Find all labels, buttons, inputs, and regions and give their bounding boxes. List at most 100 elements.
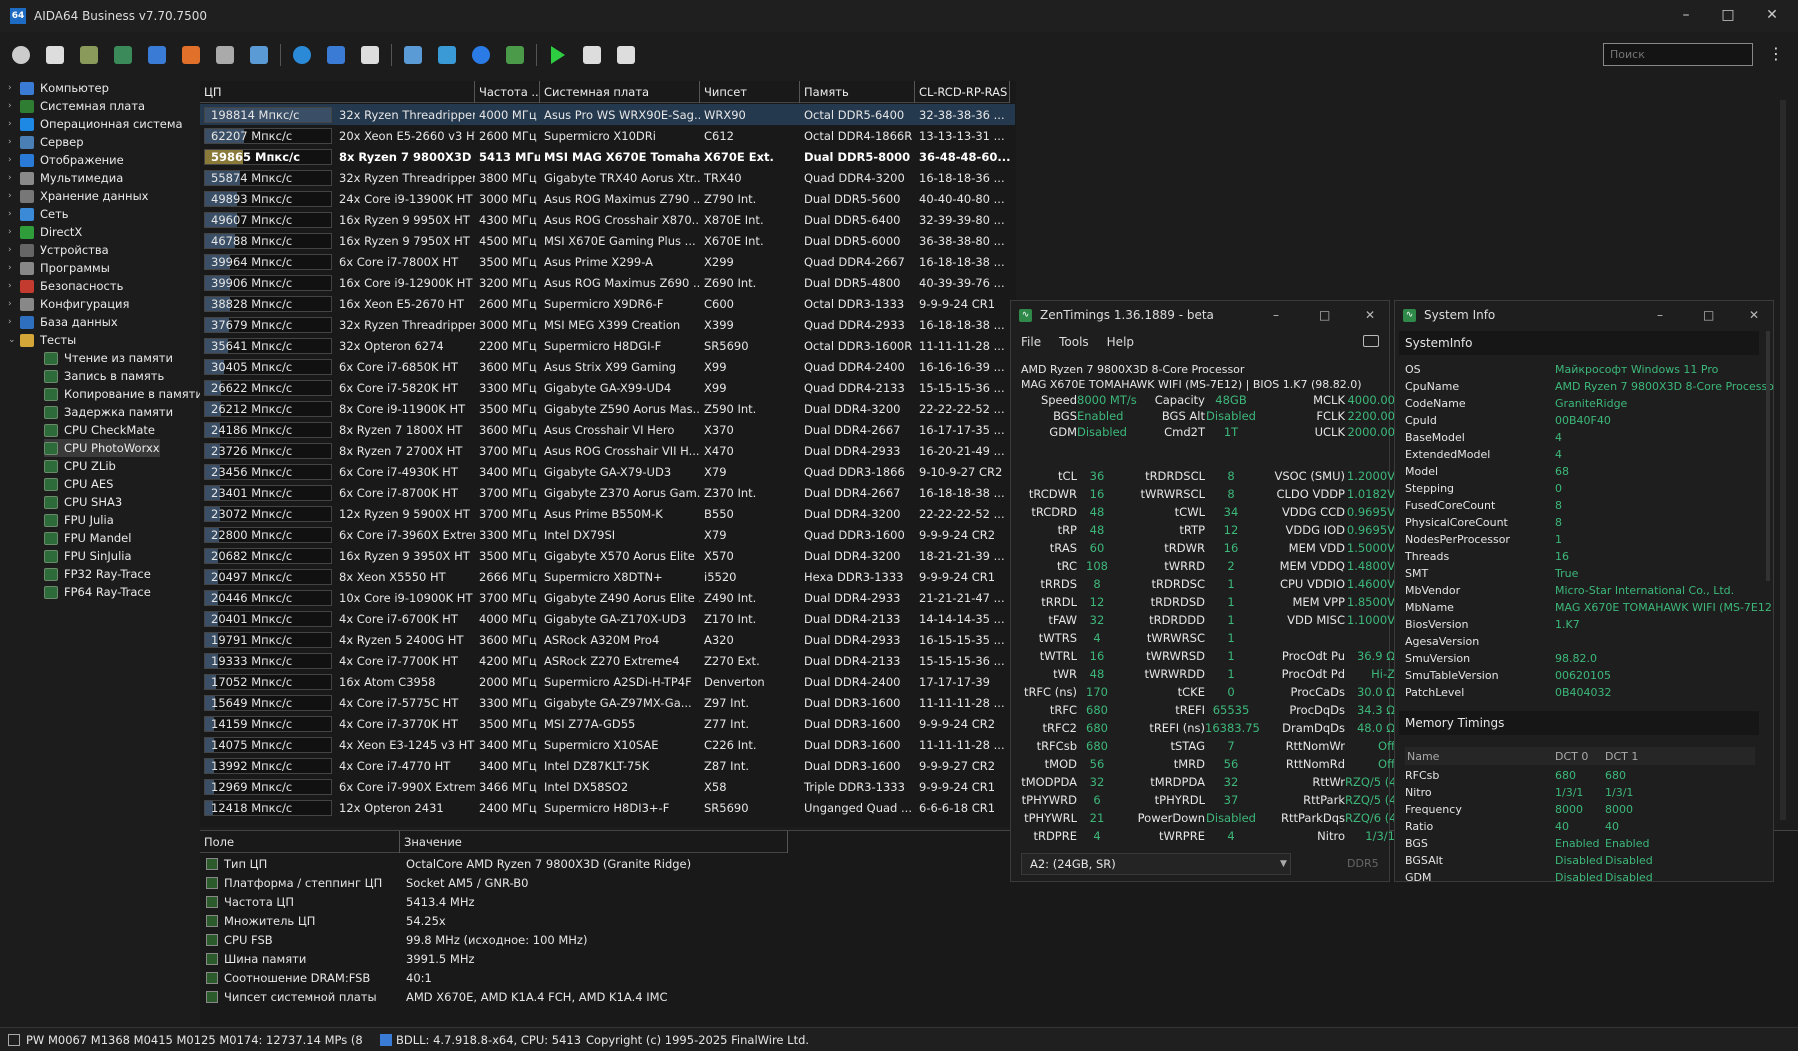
table-row[interactable]: 19333 Мпкс/с 4x Core i7-7700K HT 4200 МГц A… bbox=[200, 650, 1015, 671]
table-row[interactable]: 46788 Мпкс/с 16x Ryzen 9 7950X HT 4500 МГц… bbox=[200, 230, 1015, 251]
tree-item-20[interactable]: CPU CheckMate bbox=[44, 421, 155, 439]
list-icon[interactable] bbox=[579, 42, 605, 68]
detail-row[interactable]: Платформа / степпинг ЦП Socket AM5 / GNR-… bbox=[200, 873, 528, 892]
table-row[interactable]: 35641 Мпкс/с 32x Opteron 6274 2200 МГц Supe… bbox=[200, 335, 1015, 356]
tree-item-12[interactable]: › Безопасность bbox=[8, 277, 123, 295]
table-row[interactable]: 23456 Мпкс/с 6x Core i7-4930K HT 3400 МГц G… bbox=[200, 461, 1015, 482]
tree-item-18[interactable]: Копирование в памяти bbox=[44, 385, 203, 403]
table-row[interactable]: 37679 Мпкс/с 32x Ryzen Threadripper ... 30… bbox=[200, 314, 1015, 335]
detail-row[interactable]: Частота ЦП 5413.4 MHz bbox=[200, 892, 475, 911]
table-row[interactable]: 13992 Мпкс/с 4x Core i7-4770 HT 3400 МГц In… bbox=[200, 755, 1015, 776]
column-header-value[interactable]: Значение bbox=[400, 831, 788, 853]
tree-item-29[interactable]: FP64 Ray-Trace bbox=[44, 583, 151, 601]
detail-row[interactable]: Тип ЦП OctalCore AMD Ryzen 7 9800X3D (Gra… bbox=[200, 854, 691, 873]
detail-row[interactable]: Шина памяти 3991.5 MHz bbox=[200, 949, 475, 968]
database-icon[interactable] bbox=[323, 42, 349, 68]
expand-arrow-icon[interactable]: ⌄ bbox=[8, 335, 20, 345]
zentimings-maximize-button[interactable]: □ bbox=[1319, 308, 1330, 322]
tree-item-13[interactable]: › Конфигурация bbox=[8, 295, 129, 313]
tree-item-2[interactable]: › Системная плата bbox=[8, 97, 145, 115]
table-row[interactable]: 20497 Мпкс/с 8x Xeon X5550 HT 2666 МГц Supe… bbox=[200, 566, 1015, 587]
tree-item-27[interactable]: FPU SinJulia bbox=[44, 547, 132, 565]
table-row[interactable]: 22800 Мпкс/с 6x Core i7-3960X Extrem... 33… bbox=[200, 524, 1015, 545]
column-header-chipset[interactable]: Чипсет bbox=[700, 81, 800, 103]
menu-help[interactable]: Help bbox=[1107, 335, 1134, 349]
hardware-icon[interactable] bbox=[502, 42, 528, 68]
detail-row[interactable]: Множитель ЦП 54.25x bbox=[200, 911, 446, 930]
expand-arrow-icon[interactable]: › bbox=[8, 173, 20, 183]
menu-file[interactable]: File bbox=[1021, 335, 1041, 349]
system-info-scrollbar[interactable] bbox=[1766, 331, 1770, 581]
expand-arrow-icon[interactable]: › bbox=[8, 299, 20, 309]
table-row[interactable]: 23401 Мпкс/с 6x Core i7-8700K HT 3700 МГц G… bbox=[200, 482, 1015, 503]
motherboard-icon[interactable] bbox=[76, 42, 102, 68]
table-row[interactable]: 26212 Мпкс/с 8x Core i9-11900K HT 3500 МГц… bbox=[200, 398, 1015, 419]
tree-item-8[interactable]: › Сеть bbox=[8, 205, 69, 223]
table-row[interactable]: 30405 Мпкс/с 6x Core i7-6850K HT 3600 МГц A… bbox=[200, 356, 1015, 377]
flame-icon[interactable] bbox=[178, 42, 204, 68]
tree-item-28[interactable]: FP32 Ray-Trace bbox=[44, 565, 151, 583]
table-row[interactable]: 14075 Мпкс/с 4x Xeon E3-1245 v3 HT 3400 МГ… bbox=[200, 734, 1015, 755]
expand-arrow-icon[interactable]: › bbox=[8, 227, 20, 237]
table-row[interactable]: 62207 Мпкс/с 20x Xeon E5-2660 v3 HT 2600 М… bbox=[200, 125, 1015, 146]
table-row[interactable]: 12969 Мпкс/с 6x Core i7-990X Extreme... 34… bbox=[200, 776, 1015, 797]
tree-item-11[interactable]: › Программы bbox=[8, 259, 110, 277]
column-header-frequency[interactable]: Частота ... bbox=[475, 81, 540, 103]
table-row[interactable]: 20401 Мпкс/с 4x Core i7-6700K HT 4000 МГц G… bbox=[200, 608, 1015, 629]
document-check-icon[interactable] bbox=[613, 42, 639, 68]
detail-row[interactable]: Соотношение DRAM:FSB 40:1 bbox=[200, 968, 432, 987]
column-header-motherboard[interactable]: Системная плата bbox=[540, 81, 700, 103]
tree-item-22[interactable]: CPU ZLib bbox=[44, 457, 116, 475]
detail-row[interactable]: CPU FSB 99.8 MHz (исходное: 100 MHz) bbox=[200, 930, 587, 949]
table-row[interactable]: 12418 Мпкс/с 12x Opteron 2431 2400 МГц Supe… bbox=[200, 797, 1015, 818]
expand-arrow-icon[interactable]: › bbox=[8, 155, 20, 165]
expand-arrow-icon[interactable]: › bbox=[8, 263, 20, 273]
cpu-benchmark-icon[interactable] bbox=[212, 42, 238, 68]
system-info-maximize-button[interactable]: □ bbox=[1703, 308, 1714, 322]
column-header-memory[interactable]: Память bbox=[800, 81, 915, 103]
maximize-button[interactable]: □ bbox=[1708, 0, 1748, 30]
tree-item-9[interactable]: › DirectX bbox=[8, 223, 82, 241]
table-row[interactable]: 17052 Мпкс/с 16x Atom C3958 2000 МГц Superm… bbox=[200, 671, 1015, 692]
table-row[interactable]: 14159 Мпкс/с 4x Core i7-3770K HT 3500 МГц M… bbox=[200, 713, 1015, 734]
tree-item-10[interactable]: › Устройства bbox=[8, 241, 109, 259]
expand-arrow-icon[interactable]: › bbox=[8, 119, 20, 129]
expand-arrow-icon[interactable]: › bbox=[8, 83, 20, 93]
tree-item-26[interactable]: FPU Mandel bbox=[44, 529, 131, 547]
system-info-minimize-button[interactable]: – bbox=[1657, 308, 1663, 322]
tree-item-23[interactable]: CPU AES bbox=[44, 475, 113, 493]
expand-arrow-icon[interactable]: › bbox=[8, 281, 20, 291]
play-icon[interactable] bbox=[545, 42, 571, 68]
expand-arrow-icon[interactable]: › bbox=[8, 137, 20, 147]
close-button[interactable]: ✕ bbox=[1752, 0, 1792, 30]
table-row[interactable]: 23726 Мпкс/с 8x Ryzen 7 2700X HT 3700 МГц A… bbox=[200, 440, 1015, 461]
screenshot-camera-icon[interactable] bbox=[1363, 335, 1379, 347]
info-icon[interactable] bbox=[468, 42, 494, 68]
system-info-close-button[interactable]: ✕ bbox=[1749, 308, 1759, 322]
table-row[interactable]: 59865 Мпкс/с 8x Ryzen 7 9800X3D HT 5413 МГ… bbox=[200, 146, 1015, 167]
refresh-icon[interactable] bbox=[8, 42, 34, 68]
table-row[interactable]: 15649 Мпкс/с 4x Core i7-5775C HT 3300 МГц G… bbox=[200, 692, 1015, 713]
table-row[interactable]: 20446 Мпкс/с 10x Core i9-10900K HT 3700 МГ… bbox=[200, 587, 1015, 608]
tree-item-6[interactable]: › Мультимедиа bbox=[8, 169, 123, 187]
detail-row[interactable]: Чипсет системной платы AMD X670E, AMD K1A… bbox=[200, 987, 668, 1006]
table-row[interactable]: 39906 Мпкс/с 16x Core i9-12900K HT 3200 МГ… bbox=[200, 272, 1015, 293]
tree-item-17[interactable]: Запись в память bbox=[44, 367, 164, 385]
expand-arrow-icon[interactable]: › bbox=[8, 245, 20, 255]
table-row[interactable]: 49893 Мпкс/с 24x Core i9-13900K HT 3000 МГ… bbox=[200, 188, 1015, 209]
tree-item-1[interactable]: › Компьютер bbox=[8, 79, 109, 97]
tree-item-15[interactable]: ⌄ Тесты bbox=[8, 331, 76, 349]
zentimings-close-button[interactable]: ✕ bbox=[1365, 308, 1375, 322]
table-row[interactable]: 20682 Мпкс/с 16x Ryzen 9 3950X HT 3500 МГц… bbox=[200, 545, 1015, 566]
minimize-button[interactable]: – bbox=[1666, 0, 1706, 30]
tree-item-4[interactable]: › Сервер bbox=[8, 133, 84, 151]
tree-item-14[interactable]: › База данных bbox=[8, 313, 118, 331]
expand-arrow-icon[interactable]: › bbox=[8, 209, 20, 219]
dimm-selector-dropdown[interactable]: A2: (24GB, SR) ▼ bbox=[1021, 853, 1291, 875]
table-row[interactable]: 49607 Мпкс/с 16x Ryzen 9 9950X HT 4300 МГц… bbox=[200, 209, 1015, 230]
tree-item-5[interactable]: › Отображение bbox=[8, 151, 124, 169]
tree-item-3[interactable]: › Операционная система bbox=[8, 115, 183, 133]
globe-icon[interactable] bbox=[289, 42, 315, 68]
column-header-cpu[interactable]: ЦП bbox=[200, 81, 475, 103]
user-icon[interactable] bbox=[246, 42, 272, 68]
